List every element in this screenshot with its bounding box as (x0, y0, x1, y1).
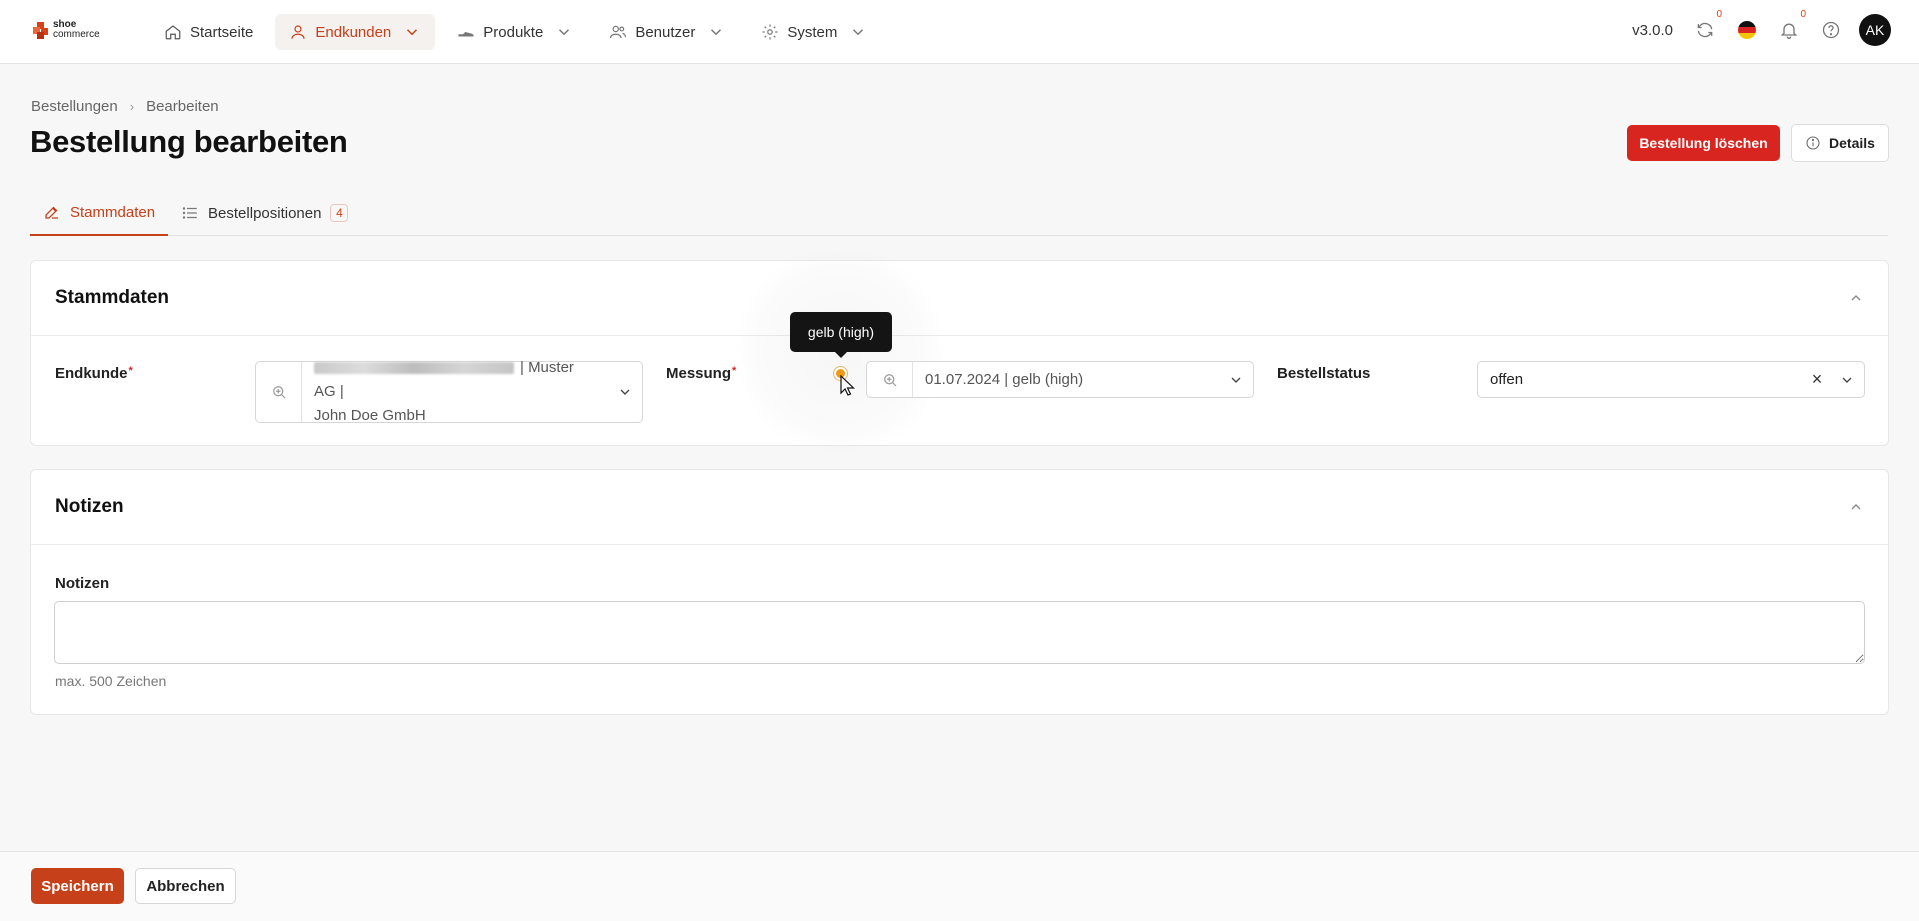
chevron-down-icon (620, 389, 630, 395)
delete-order-button[interactable]: Bestellung löschen (1627, 125, 1780, 161)
nav-item-endkunden[interactable]: Endkunden (275, 14, 436, 50)
tab-label: Bestellpositionen (208, 204, 322, 222)
info-icon (1806, 136, 1820, 150)
dropdown-arrow[interactable] (1219, 362, 1253, 397)
nav-label: Startseite (190, 23, 254, 41)
chevron-down-icon (407, 29, 418, 36)
nav-label: System (787, 23, 838, 41)
nav-item-produkte[interactable]: Produkte (443, 14, 587, 50)
logo-mark-icon (33, 22, 49, 39)
gear-icon (762, 24, 778, 40)
bell-icon (1780, 23, 1798, 39)
shoe-icon (458, 32, 474, 37)
tab-bestellpositionen[interactable]: Bestellpositionen 4 (168, 190, 361, 236)
zoom-in-icon (272, 386, 285, 399)
tab-label: Stammdaten (70, 203, 156, 221)
sync-count-badge: 0 (1716, 9, 1722, 20)
save-button[interactable]: Speichern (31, 868, 124, 904)
nav-item-startseite[interactable]: Startseite (150, 14, 267, 50)
chevron-up-icon[interactable] (1848, 290, 1864, 306)
mouse-cursor-icon (840, 375, 855, 396)
endkunde-label: Endkunde* (55, 365, 133, 382)
logo-text-line2: commerce (53, 29, 100, 40)
sync-button[interactable]: 0 (1691, 9, 1722, 44)
dropdown-arrow[interactable] (608, 362, 642, 422)
search-button[interactable] (256, 362, 302, 422)
nav-label: Produkte (483, 23, 544, 41)
cancel-button[interactable]: Abbrechen (135, 868, 236, 904)
bestellstatus-label: Bestellstatus (1277, 365, 1371, 382)
zoom-in-icon (883, 373, 896, 386)
nav-item-benutzer[interactable]: Benutzer (595, 14, 739, 50)
redacted-text (314, 362, 514, 375)
stammdaten-card-header[interactable]: Stammdaten (31, 261, 1888, 336)
top-right-tools: v3.0.0 0 0 AK (1632, 9, 1891, 46)
card-title: Notizen (55, 496, 124, 517)
chevron-up-icon[interactable] (1848, 499, 1864, 515)
page-title: Bestellung bearbeiten (30, 124, 348, 159)
chevron-down-icon (711, 29, 722, 36)
edit-icon (45, 206, 58, 219)
notification-count-badge: 0 (1800, 9, 1806, 20)
notizen-card-header[interactable]: Notizen (31, 470, 1888, 545)
sync-icon (1697, 22, 1713, 38)
nav-label: Endkunden (315, 23, 392, 41)
notizen-card: Notizen (30, 469, 1889, 715)
tab-bar: Stammdaten Bestellpositionen 4 (30, 190, 1888, 236)
user-icon (291, 25, 305, 39)
search-button[interactable] (867, 362, 913, 397)
details-label: Details (1829, 135, 1875, 151)
german-flag-icon (1738, 21, 1756, 39)
bestellstatus-value: offen (1490, 370, 1524, 388)
breadcrumb-current: Bearbeiten (146, 98, 219, 115)
endkunde-select[interactable]: | Muster AG | John Doe GmbH (255, 359, 643, 424)
notizen-textarea[interactable] (54, 601, 1865, 664)
language-selector[interactable] (1733, 16, 1761, 44)
details-button[interactable]: Details (1791, 124, 1889, 162)
top-navigation-bar: shoe commerce Startseite Endkunden Produ… (0, 0, 1919, 64)
nav-label: Benutzer (635, 23, 696, 41)
tab-stammdaten[interactable]: Stammdaten (30, 190, 169, 236)
count-badge: 4 (330, 204, 349, 222)
main-nav: Startseite Endkunden Produkte Benutzer S… (150, 14, 881, 50)
messung-tooltip: gelb (high) (790, 312, 892, 358)
dropdown-arrow[interactable] (1830, 362, 1864, 397)
footer-bar (0, 851, 1919, 921)
user-avatar[interactable]: AK (1859, 14, 1891, 46)
messung-select[interactable]: 01.07.2024 | gelb (high) (866, 361, 1254, 398)
shoecommerce-logo[interactable]: shoe commerce (33, 20, 100, 40)
help-icon (1822, 21, 1840, 39)
card-title: Stammdaten (55, 287, 170, 308)
users-icon (610, 25, 627, 39)
notizen-hint: max. 500 Zeichen (55, 673, 167, 689)
messung-value: 01.07.2024 | gelb (high) (925, 370, 1084, 388)
chevron-right-icon: › (129, 99, 135, 114)
help-button[interactable] (1817, 16, 1845, 44)
notizen-label: Notizen (55, 575, 110, 592)
bestellstatus-select[interactable]: offen × (1477, 361, 1865, 398)
list-icon (182, 207, 197, 219)
breadcrumb: Bestellungen › Bearbeiten (31, 98, 219, 115)
home-icon (165, 25, 181, 40)
messung-label: Messung* (666, 365, 737, 382)
chevron-down-icon (853, 29, 864, 36)
breadcrumb-link-bestellungen[interactable]: Bestellungen (31, 98, 118, 115)
chevron-down-icon (1231, 377, 1241, 383)
nav-item-system[interactable]: System (747, 14, 881, 50)
clear-icon[interactable]: × (1804, 362, 1830, 397)
endkunde-value-line2: John Doe GmbH (314, 407, 426, 424)
chevron-down-icon (1842, 377, 1852, 383)
version-label: v3.0.0 (1632, 21, 1673, 39)
notifications-button[interactable]: 0 (1775, 9, 1806, 44)
chevron-down-icon (559, 29, 570, 36)
